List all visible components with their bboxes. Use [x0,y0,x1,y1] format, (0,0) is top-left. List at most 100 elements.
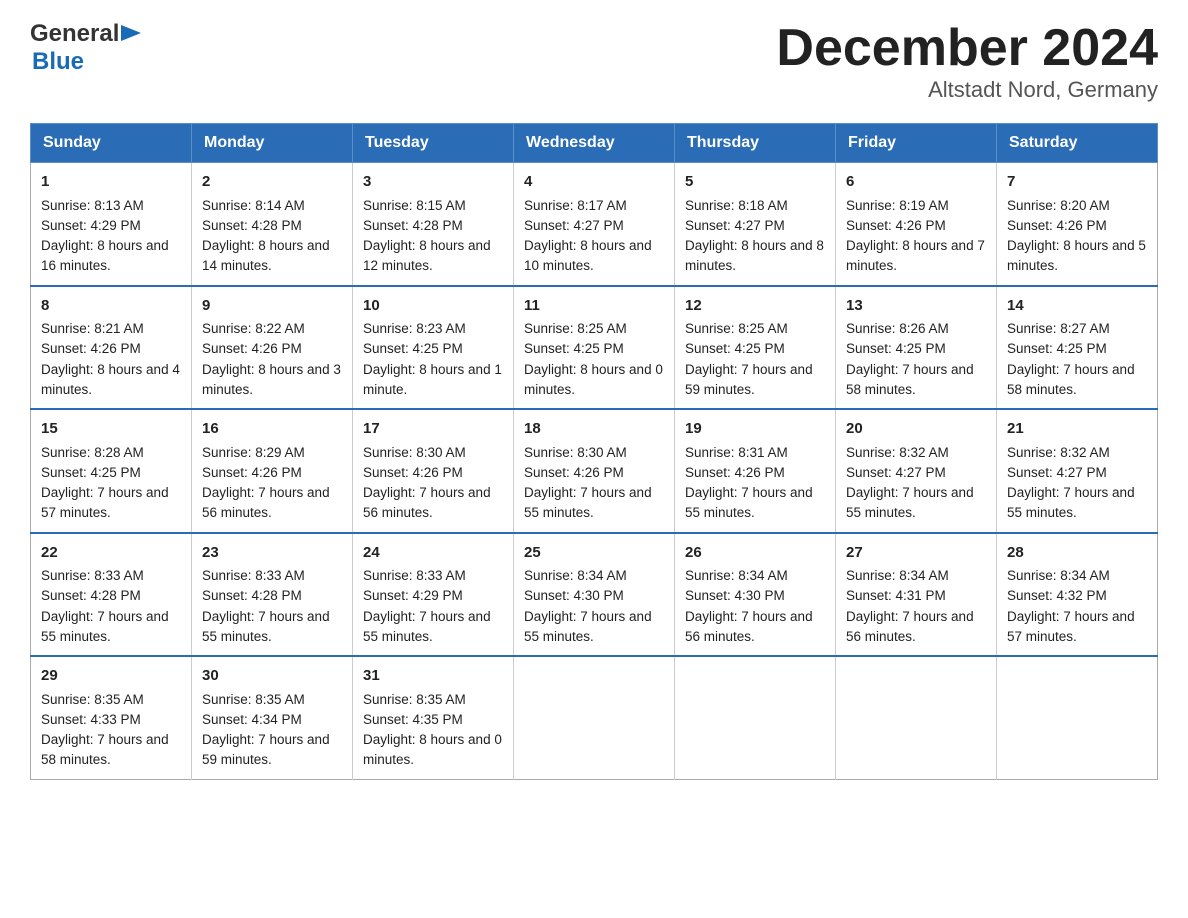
logo: General Blue [30,20,141,76]
day-number: 11 [524,295,664,318]
calendar-day-cell: 27 Sunrise: 8:34 AM Sunset: 4:31 PM Dayl… [836,533,997,657]
calendar-day-cell: 22 Sunrise: 8:33 AM Sunset: 4:28 PM Dayl… [31,533,192,657]
day-number: 16 [202,418,342,441]
sunrise-text: Sunrise: 8:26 AM [846,321,949,336]
sunset-text: Sunset: 4:26 PM [524,465,624,480]
sunrise-text: Sunrise: 8:22 AM [202,321,305,336]
calendar-week-row: 22 Sunrise: 8:33 AM Sunset: 4:28 PM Dayl… [31,533,1158,657]
day-number: 2 [202,171,342,194]
calendar-day-cell: 14 Sunrise: 8:27 AM Sunset: 4:25 PM Dayl… [997,286,1158,410]
sunrise-text: Sunrise: 8:33 AM [41,568,144,583]
daylight-text: Daylight: 7 hours and 55 minutes. [524,485,652,520]
day-number: 29 [41,665,181,688]
calendar-day-cell: 23 Sunrise: 8:33 AM Sunset: 4:28 PM Dayl… [192,533,353,657]
daylight-text: Daylight: 8 hours and 10 minutes. [524,238,652,273]
sunrise-text: Sunrise: 8:34 AM [685,568,788,583]
daylight-text: Daylight: 7 hours and 55 minutes. [846,485,974,520]
day-of-week-header: Saturday [997,124,1158,163]
calendar-week-row: 1 Sunrise: 8:13 AM Sunset: 4:29 PM Dayli… [31,163,1158,286]
daylight-text: Daylight: 7 hours and 55 minutes. [524,609,652,644]
day-number: 3 [363,171,503,194]
calendar-day-cell: 2 Sunrise: 8:14 AM Sunset: 4:28 PM Dayli… [192,163,353,286]
sunrise-text: Sunrise: 8:17 AM [524,198,627,213]
sunrise-text: Sunrise: 8:30 AM [524,445,627,460]
sunset-text: Sunset: 4:30 PM [685,588,785,603]
sunset-text: Sunset: 4:26 PM [202,465,302,480]
sunset-text: Sunset: 4:28 PM [202,218,302,233]
sunrise-text: Sunrise: 8:33 AM [202,568,305,583]
daylight-text: Daylight: 8 hours and 16 minutes. [41,238,169,273]
calendar-day-cell: 29 Sunrise: 8:35 AM Sunset: 4:33 PM Dayl… [31,656,192,779]
sunrise-text: Sunrise: 8:27 AM [1007,321,1110,336]
day-number: 26 [685,542,825,565]
calendar-day-cell: 16 Sunrise: 8:29 AM Sunset: 4:26 PM Dayl… [192,409,353,533]
daylight-text: Daylight: 8 hours and 14 minutes. [202,238,330,273]
sunset-text: Sunset: 4:26 PM [202,341,302,356]
daylight-text: Daylight: 8 hours and 0 minutes. [524,362,663,397]
day-number: 14 [1007,295,1147,318]
daylight-text: Daylight: 8 hours and 5 minutes. [1007,238,1146,273]
sunrise-text: Sunrise: 8:15 AM [363,198,466,213]
day-number: 24 [363,542,503,565]
daylight-text: Daylight: 7 hours and 56 minutes. [846,609,974,644]
day-of-week-header: Friday [836,124,997,163]
day-number: 4 [524,171,664,194]
daylight-text: Daylight: 7 hours and 59 minutes. [685,362,813,397]
sunset-text: Sunset: 4:31 PM [846,588,946,603]
day-number: 7 [1007,171,1147,194]
daylight-text: Daylight: 8 hours and 4 minutes. [41,362,180,397]
sunrise-text: Sunrise: 8:18 AM [685,198,788,213]
sunset-text: Sunset: 4:29 PM [363,588,463,603]
sunset-text: Sunset: 4:27 PM [524,218,624,233]
daylight-text: Daylight: 7 hours and 58 minutes. [1007,362,1135,397]
logo-general-text: General [30,20,119,48]
sunset-text: Sunset: 4:30 PM [524,588,624,603]
sunrise-text: Sunrise: 8:14 AM [202,198,305,213]
sunset-text: Sunset: 4:27 PM [685,218,785,233]
calendar-week-row: 15 Sunrise: 8:28 AM Sunset: 4:25 PM Dayl… [31,409,1158,533]
calendar-day-cell: 1 Sunrise: 8:13 AM Sunset: 4:29 PM Dayli… [31,163,192,286]
sunset-text: Sunset: 4:28 PM [202,588,302,603]
sunset-text: Sunset: 4:25 PM [524,341,624,356]
calendar-day-cell [675,656,836,779]
day-number: 25 [524,542,664,565]
daylight-text: Daylight: 8 hours and 7 minutes. [846,238,985,273]
day-number: 20 [846,418,986,441]
daylight-text: Daylight: 7 hours and 55 minutes. [685,485,813,520]
calendar-title-block: December 2024 Altstadt Nord, Germany [776,20,1158,103]
daylight-text: Daylight: 8 hours and 8 minutes. [685,238,824,273]
day-number: 31 [363,665,503,688]
sunset-text: Sunset: 4:27 PM [1007,465,1107,480]
page-header: General Blue December 2024 Altstadt Nord… [30,20,1158,103]
calendar-day-cell: 5 Sunrise: 8:18 AM Sunset: 4:27 PM Dayli… [675,163,836,286]
day-number: 21 [1007,418,1147,441]
sunrise-text: Sunrise: 8:20 AM [1007,198,1110,213]
day-number: 22 [41,542,181,565]
sunset-text: Sunset: 4:25 PM [685,341,785,356]
calendar-day-cell: 3 Sunrise: 8:15 AM Sunset: 4:28 PM Dayli… [353,163,514,286]
calendar-week-row: 8 Sunrise: 8:21 AM Sunset: 4:26 PM Dayli… [31,286,1158,410]
daylight-text: Daylight: 7 hours and 57 minutes. [41,485,169,520]
calendar-day-cell: 19 Sunrise: 8:31 AM Sunset: 4:26 PM Dayl… [675,409,836,533]
calendar-day-cell: 30 Sunrise: 8:35 AM Sunset: 4:34 PM Dayl… [192,656,353,779]
sunset-text: Sunset: 4:25 PM [41,465,141,480]
day-number: 18 [524,418,664,441]
calendar-day-cell: 12 Sunrise: 8:25 AM Sunset: 4:25 PM Dayl… [675,286,836,410]
daylight-text: Daylight: 7 hours and 55 minutes. [363,609,491,644]
sunrise-text: Sunrise: 8:35 AM [41,692,144,707]
calendar-day-cell: 4 Sunrise: 8:17 AM Sunset: 4:27 PM Dayli… [514,163,675,286]
calendar-title: December 2024 [776,20,1158,77]
day-number: 10 [363,295,503,318]
calendar-day-cell: 13 Sunrise: 8:26 AM Sunset: 4:25 PM Dayl… [836,286,997,410]
sunset-text: Sunset: 4:25 PM [846,341,946,356]
day-number: 17 [363,418,503,441]
sunset-text: Sunset: 4:27 PM [846,465,946,480]
sunrise-text: Sunrise: 8:33 AM [363,568,466,583]
calendar-day-cell: 6 Sunrise: 8:19 AM Sunset: 4:26 PM Dayli… [836,163,997,286]
calendar-day-cell: 15 Sunrise: 8:28 AM Sunset: 4:25 PM Dayl… [31,409,192,533]
calendar-week-row: 29 Sunrise: 8:35 AM Sunset: 4:33 PM Dayl… [31,656,1158,779]
day-number: 28 [1007,542,1147,565]
daylight-text: Daylight: 8 hours and 3 minutes. [202,362,341,397]
calendar-day-cell: 7 Sunrise: 8:20 AM Sunset: 4:26 PM Dayli… [997,163,1158,286]
sunrise-text: Sunrise: 8:34 AM [524,568,627,583]
